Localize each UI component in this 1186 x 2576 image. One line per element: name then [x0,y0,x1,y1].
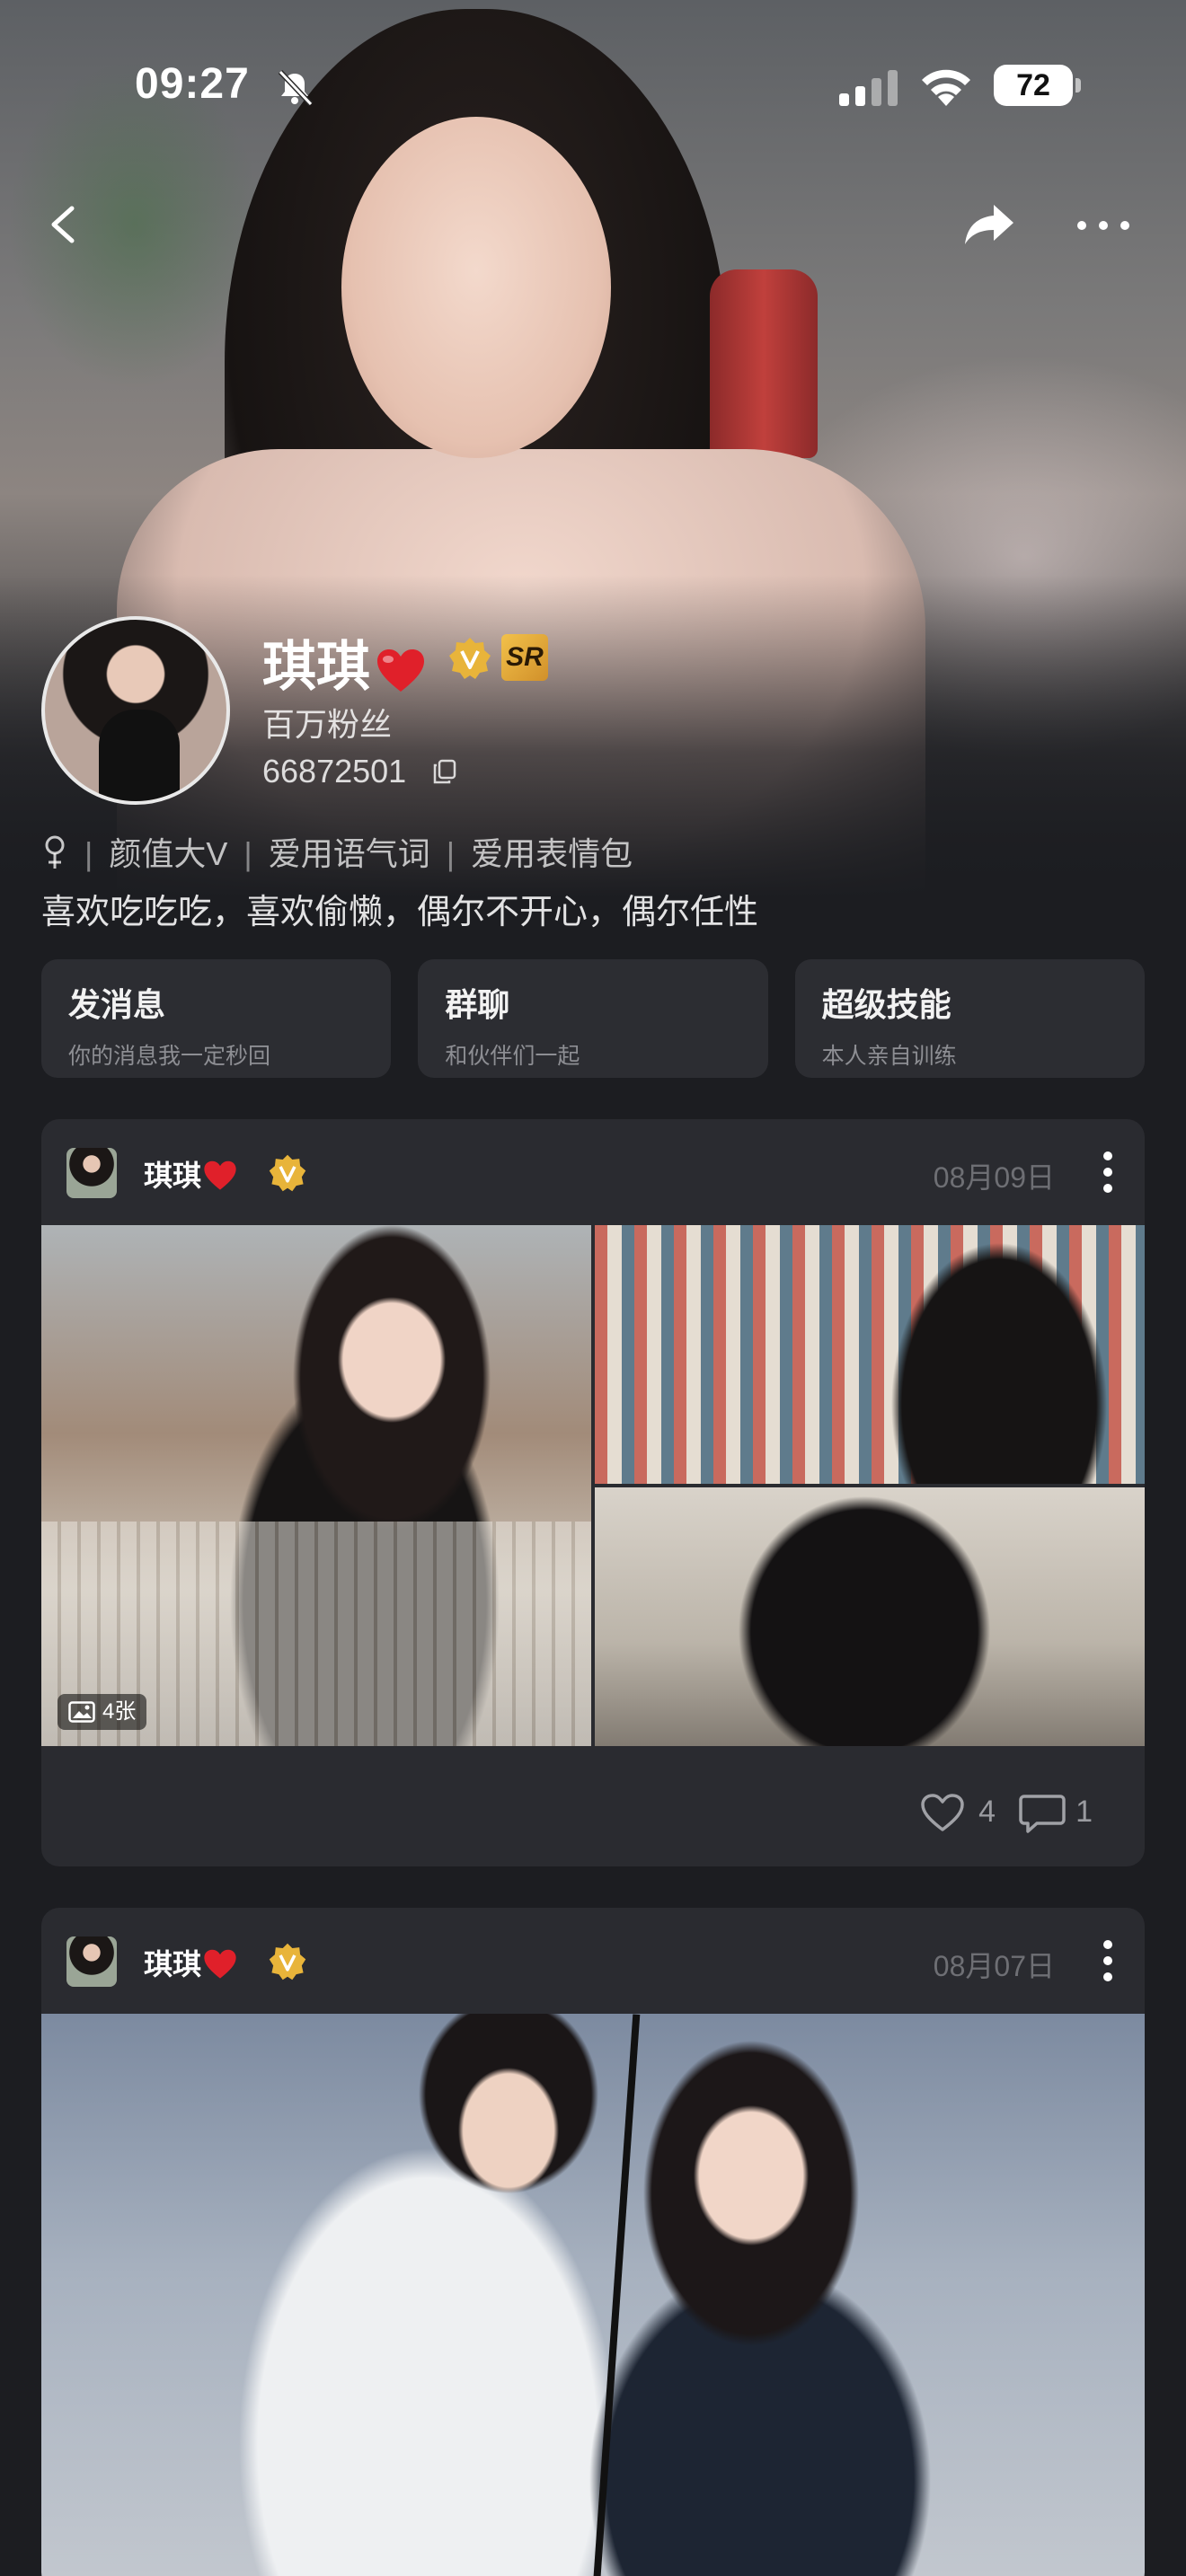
red-heart-icon [204,1160,236,1190]
photo-umbrella-handle [592,2014,641,2576]
action-title: 发消息 [68,986,166,1023]
verified-v-badge-icon [269,1943,306,1981]
group-chat-button[interactable]: 群聊 和伙伴们一起 [418,959,768,1078]
post-menu-icon[interactable] [1102,1150,1114,1195]
cellular-signal-icon [839,70,898,106]
post-photo[interactable] [595,1225,1145,1484]
post-date: 08月09日 [933,1161,1055,1194]
post-author[interactable]: 琪琪 [144,1942,237,1983]
cover-extinguisher-shape [710,269,818,458]
sr-badge: SR [501,634,548,681]
post-author-avatar[interactable] [66,1148,117,1198]
back-arrow-icon[interactable] [41,199,86,250]
action-title: 群聊 [445,986,510,1023]
image-count-badge: 4张 [58,1694,147,1730]
user-id: 66872501 [262,753,407,790]
action-subtitle: 你的消息我一定秒回 [68,1044,271,1069]
status-bar: 09:27 72 [0,0,1186,171]
feed-post[interactable]: 琪琪 08月07日 [41,1908,1145,2576]
profile-tags: | 颜值大V | 爱用语气词 | 爱用表情包 [41,828,633,875]
action-subtitle: 和伙伴们一起 [445,1044,580,1069]
red-heart-icon [377,649,424,693]
profile-bio: 喜欢吃吃吃，喜欢偷懒，偶尔不开心，偶尔任性 [41,894,759,931]
action-title: 超级技能 [821,986,951,1023]
tag-item: 颜值大V [109,835,228,872]
image-count: 4张 [102,1699,137,1724]
verified-v-badge-icon [449,638,491,679]
battery-indicator: 72 [994,65,1081,106]
comment-icon[interactable] [1019,1793,1066,1834]
image-icon [68,1701,95,1723]
fans-count: 百万粉丝 [262,706,393,743]
post-photo[interactable] [41,2014,1145,2576]
copy-icon[interactable] [431,758,458,785]
red-heart-icon [204,1949,236,1979]
wifi-icon [922,69,970,106]
share-icon[interactable] [961,199,1017,250]
post-header: 琪琪 08月09日 [41,1119,1145,1225]
bell-mute-icon [278,69,314,107]
status-time: 09:27 [135,60,250,108]
tag-item: 爱用语气词 [268,835,430,872]
post-author-name: 琪琪 [144,1948,202,1981]
post-author-name: 琪琪 [144,1160,202,1192]
post-menu-icon[interactable] [1102,1938,1114,1983]
post-photo[interactable]: 4张 [41,1225,591,1746]
action-subtitle: 本人亲自训练 [821,1044,957,1069]
more-options-icon[interactable] [1075,212,1132,239]
tag-item: 爱用表情包 [471,835,633,872]
post-author-avatar[interactable] [66,1936,117,1987]
female-gender-icon [45,835,65,869]
post-date: 08月07日 [933,1950,1055,1982]
post-header: 琪琪 08月07日 [41,1908,1145,2014]
post-author[interactable]: 琪琪 [144,1153,237,1195]
profile-avatar[interactable] [41,616,230,805]
post-photo[interactable] [595,1487,1145,1746]
post-footer: 4 1 [41,1746,1145,1866]
profile-name-text: 琪琪 [262,637,370,697]
verified-v-badge-icon [269,1154,306,1192]
heart-outline-icon[interactable] [920,1793,965,1832]
action-cards: 发消息 你的消息我一定秒回 群聊 和伙伴们一起 超级技能 本人亲自训练 [41,959,1145,1078]
send-message-button[interactable]: 发消息 你的消息我一定秒回 [41,959,392,1078]
like-count: 4 [978,1795,996,1829]
feed-post[interactable]: 琪琪 08月09日 4张 4 1 [41,1119,1145,1866]
profile-name: 琪琪 [262,623,426,701]
super-skill-button[interactable]: 超级技能 本人亲自训练 [794,959,1145,1078]
comment-count: 1 [1075,1795,1093,1829]
